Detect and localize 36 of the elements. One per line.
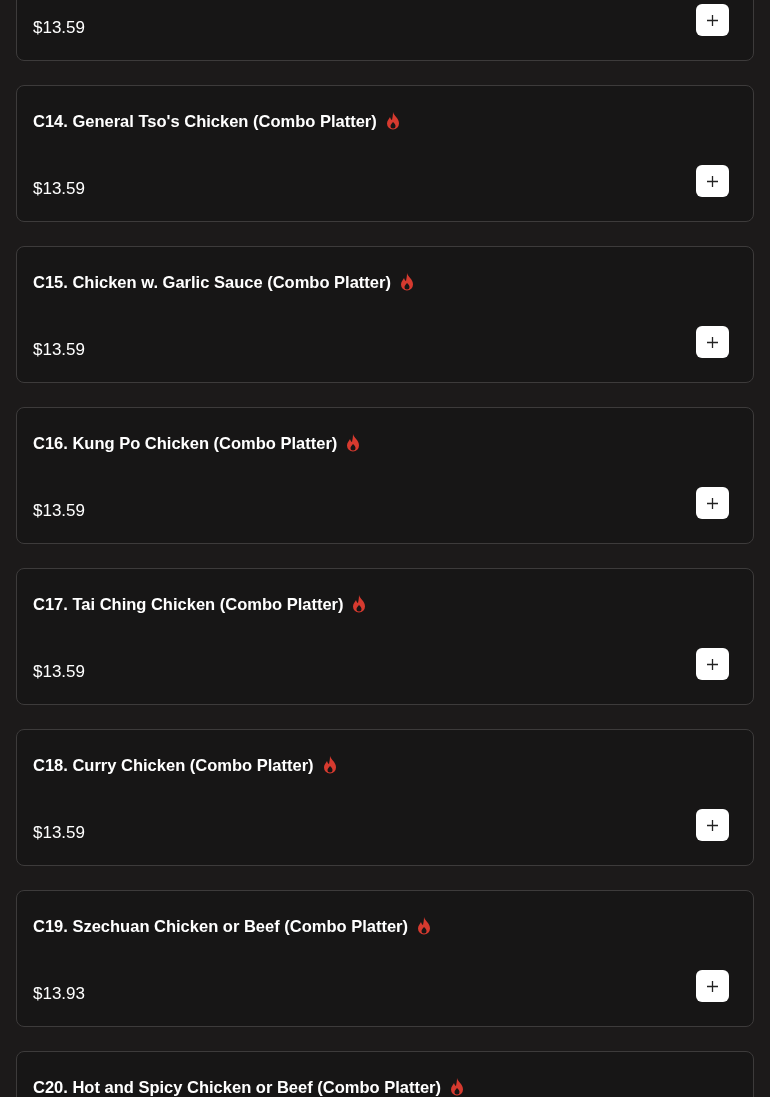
item-price: $13.59 <box>33 822 85 844</box>
item-price: $13.59 <box>33 339 85 361</box>
item-title: C20. Hot and Spicy Chicken or Beef (Combo Platter) <box>33 1076 441 1097</box>
item-price: $13.59 <box>33 17 85 39</box>
item-title: C14. General Tso's Chicken (Combo Platter) <box>33 110 377 132</box>
add-button[interactable] <box>696 648 729 680</box>
item-title: C15. Chicken w. Garlic Sauce (Combo Platter) <box>33 271 391 293</box>
add-button[interactable] <box>696 165 729 197</box>
plus-icon <box>707 336 718 348</box>
add-button[interactable] <box>696 326 729 358</box>
add-button[interactable] <box>696 4 729 36</box>
menu-item-card[interactable]: C16. Kung Po Chicken (Combo Platter) $13.59 <box>16 407 754 544</box>
item-price: $13.59 <box>33 178 85 200</box>
plus-icon <box>707 175 718 187</box>
item-title: C19. Szechuan Chicken or Beef (Combo Platter) <box>33 915 408 937</box>
item-price: $13.59 <box>33 500 85 522</box>
menu-item-card[interactable]: C14. General Tso's Chicken (Combo Platter) $13.59 <box>16 85 754 222</box>
item-price: $13.93 <box>33 983 85 1005</box>
menu-item-card[interactable]: C17. Tai Ching Chicken (Combo Platter) $13.59 <box>16 568 754 705</box>
menu-item-card[interactable]: C18. Curry Chicken (Combo Platter) $13.59 <box>16 729 754 866</box>
menu-item-card[interactable]: C15. Chicken w. Garlic Sauce (Combo Platter) $13.59 <box>16 246 754 383</box>
add-button[interactable] <box>696 487 729 519</box>
item-title: C18. Curry Chicken (Combo Platter) <box>33 754 314 776</box>
plus-icon <box>707 980 718 992</box>
menu-item-card[interactable]: C19. Szechuan Chicken or Beef (Combo Platter) $13.93 <box>16 890 754 1027</box>
item-title: C17. Tai Ching Chicken (Combo Platter) <box>33 593 344 615</box>
menu-item-card[interactable]: $13.59 <box>16 0 754 61</box>
menu-item-card[interactable]: C20. Hot and Spicy Chicken or Beef (Combo Platter) <box>16 1051 754 1097</box>
item-price: $13.59 <box>33 661 85 683</box>
add-button[interactable] <box>696 809 729 841</box>
add-button[interactable] <box>696 970 729 1002</box>
plus-icon <box>707 14 718 26</box>
plus-icon <box>707 658 718 670</box>
plus-icon <box>707 819 718 831</box>
item-title: C16. Kung Po Chicken (Combo Platter) <box>33 432 338 454</box>
plus-icon <box>707 497 718 509</box>
